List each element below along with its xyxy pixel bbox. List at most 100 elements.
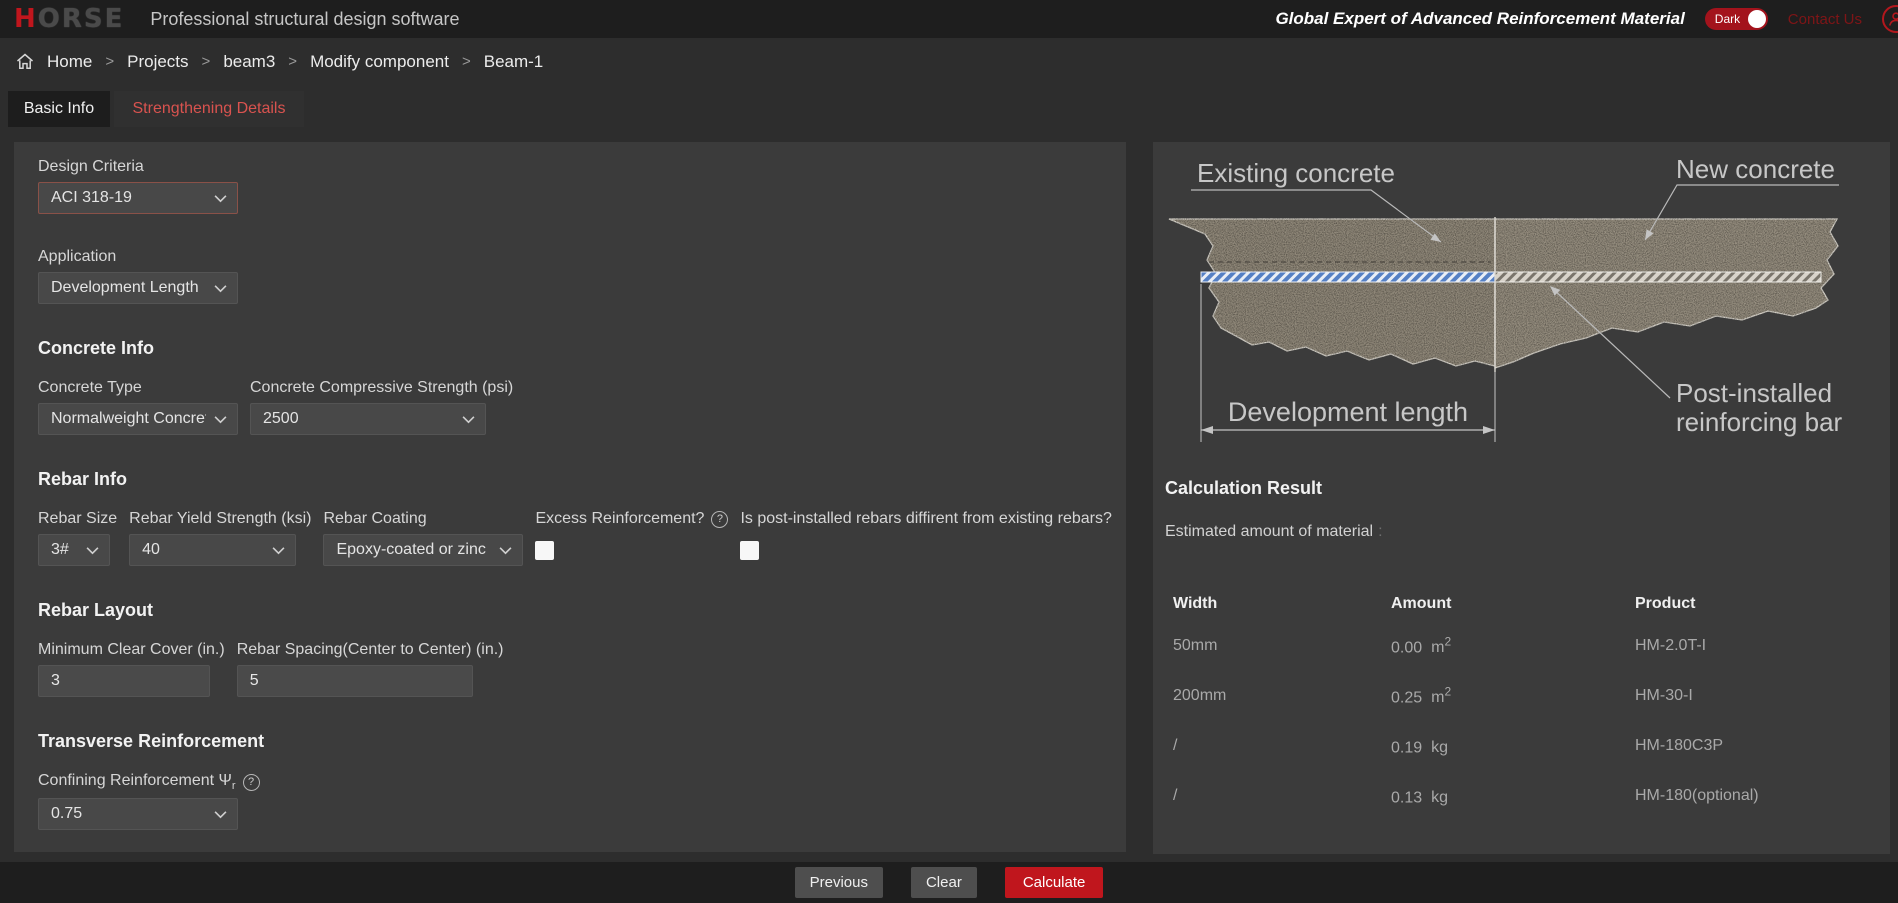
table-header-row: Width Amount Product [1161,587,1876,621]
rebar-coating-value: Epoxy-coated or zinc a... [336,541,491,559]
person-icon [1887,10,1898,28]
concrete-strength-value: 2500 [263,410,299,428]
development-length-label: Development length [1228,397,1468,427]
tab-basic-info[interactable]: Basic Info [8,91,110,127]
theme-toggle[interactable]: Dark [1705,8,1768,30]
dimension-arrow-right [1483,426,1495,434]
toggle-knob-icon [1748,10,1766,28]
chevron-down-icon [462,415,475,424]
strengthening-diagram: Existing concrete New concrete Post-inst… [1161,150,1853,462]
post-installed-question-checkbox[interactable] [740,541,759,560]
breadcrumb-separator: > [462,53,471,70]
design-criteria-field: Design Criteria ACI 318-19 [38,158,1102,214]
application-label: Application [38,248,1102,266]
cell-product: HM-30-I [1635,687,1876,705]
chevron-down-icon [214,810,227,819]
dimension-arrow-left [1201,426,1213,434]
rebar-coating-label: Rebar Coating [323,510,523,528]
existing-concrete-label: Existing concrete [1197,158,1395,188]
cell-amount: 0.19kg [1391,735,1635,757]
breadcrumb: Home > Projects > beam3 > Modify compone… [0,38,1898,85]
calculation-result-title: Calculation Result [1165,478,1322,499]
concrete-type-label: Concrete Type [38,379,238,397]
rebar-size-value: 3# [51,541,69,559]
application-select[interactable]: Development Length [38,272,238,304]
help-icon[interactable]: ? [711,511,728,528]
concrete-type-field: Concrete Type Normalweight Concrete [38,379,238,435]
breadcrumb-item-modify-component[interactable]: Modify component [310,52,449,72]
section-heading-concrete-info: Concrete Info [38,338,1102,359]
previous-button[interactable]: Previous [795,867,883,898]
rebar-coating-select[interactable]: Epoxy-coated or zinc a... [323,534,523,566]
min-clear-cover-input[interactable]: 3 [38,665,210,697]
results-table: Width Amount Product 50mm 0.00m2 HM-2.0T… [1161,587,1876,821]
contact-us-link[interactable]: Contact Us [1788,11,1862,28]
concrete-type-value: Normalweight Concrete [51,410,206,428]
estimated-material-note: Estimated amount of material: [1165,523,1383,541]
clear-button[interactable]: Clear [911,867,977,898]
section-heading-rebar-info: Rebar Info [38,469,1102,490]
detail-tabs: Basic Info Strengthening Details [8,91,304,127]
brand-slogan: Global Expert of Advanced Reinforcement … [1275,9,1684,29]
application-value: Development Length [51,279,199,297]
post-installed-bar-existing-segment [1201,272,1495,282]
rebar-spacing-label: Rebar Spacing(Center to Center) (in.) [237,641,504,659]
cell-amount: 0.13kg [1391,785,1635,807]
breadcrumb-separator: > [288,53,297,70]
excess-reinforcement-label: Excess Reinforcement? [535,510,704,528]
theme-toggle-label: Dark [1715,12,1740,26]
breadcrumb-separator: > [202,53,211,70]
table-row: / 0.13kg HM-180(optional) [1161,771,1876,821]
design-criteria-value: ACI 318-19 [51,189,132,207]
section-heading-transverse: Transverse Reinforcement [38,731,1102,752]
logo-text-rest: ORSE [38,4,125,34]
breadcrumb-separator: > [105,53,114,70]
chevron-down-icon [214,194,227,203]
post-installed-label-line2: reinforcing bar [1676,407,1843,437]
cell-width: 200mm [1173,687,1391,705]
column-amount: Amount [1391,595,1635,613]
breadcrumb-item-beam3[interactable]: beam3 [223,52,275,72]
rebar-yield-select[interactable]: 40 [129,534,296,566]
tab-strengthening-details[interactable]: Strengthening Details [114,91,304,127]
table-row: / 0.19kg HM-180C3P [1161,721,1876,771]
new-concrete-label: New concrete [1676,154,1835,184]
rebar-spacing-field: Rebar Spacing(Center to Center) (in.) 5 [237,641,504,697]
breadcrumb-item-projects[interactable]: Projects [127,52,188,72]
app-header: HORSE Professional structural design sof… [0,0,1898,38]
rebar-size-field: Rebar Size 3# [38,510,117,566]
confining-reinforcement-select[interactable]: 0.75 [38,798,238,830]
user-avatar-icon[interactable] [1882,5,1898,33]
section-heading-rebar-layout: Rebar Layout [38,600,1102,621]
calculate-button[interactable]: Calculate [1005,867,1104,898]
breadcrumb-item-beam-1[interactable]: Beam-1 [484,52,544,72]
breadcrumb-item-home[interactable]: Home [47,52,92,72]
cell-product: HM-180C3P [1635,737,1876,755]
excess-reinforcement-field: Excess Reinforcement? ? [535,510,728,566]
help-icon[interactable]: ? [243,774,260,791]
horse-logo[interactable]: HORSE [14,6,124,32]
rebar-size-select[interactable]: 3# [38,534,110,566]
design-criteria-select[interactable]: ACI 318-19 [38,182,238,214]
concrete-strength-field: Concrete Compressive Strength (psi) 2500 [250,379,513,435]
concrete-strength-select[interactable]: 2500 [250,403,486,435]
cell-product: HM-180(optional) [1635,787,1876,805]
chevron-down-icon [499,546,512,555]
app-tagline: Professional structural design software [150,9,459,30]
home-icon[interactable] [16,53,34,70]
min-clear-cover-label: Minimum Clear Cover (in.) [38,641,225,659]
post-installed-label-line1: Post-installed [1676,378,1832,408]
application-field: Application Development Length [38,248,1102,304]
rebar-spacing-input[interactable]: 5 [237,665,473,697]
concrete-type-select[interactable]: Normalweight Concrete [38,403,238,435]
excess-reinforcement-checkbox[interactable] [535,541,554,560]
rebar-yield-field: Rebar Yield Strength (ksi) 40 [129,510,311,566]
cell-amount: 0.00m2 [1391,635,1635,657]
confining-reinforcement-value: 0.75 [51,805,82,823]
post-installed-question-label: Is post-installed rebars diffirent from … [740,510,1111,528]
strengthening-form-panel: Design Criteria ACI 318-19 Application D… [14,142,1126,852]
cell-width: / [1173,737,1391,755]
table-row: 50mm 0.00m2 HM-2.0T-I [1161,621,1876,671]
cell-product: HM-2.0T-I [1635,637,1876,655]
design-criteria-label: Design Criteria [38,158,1102,176]
